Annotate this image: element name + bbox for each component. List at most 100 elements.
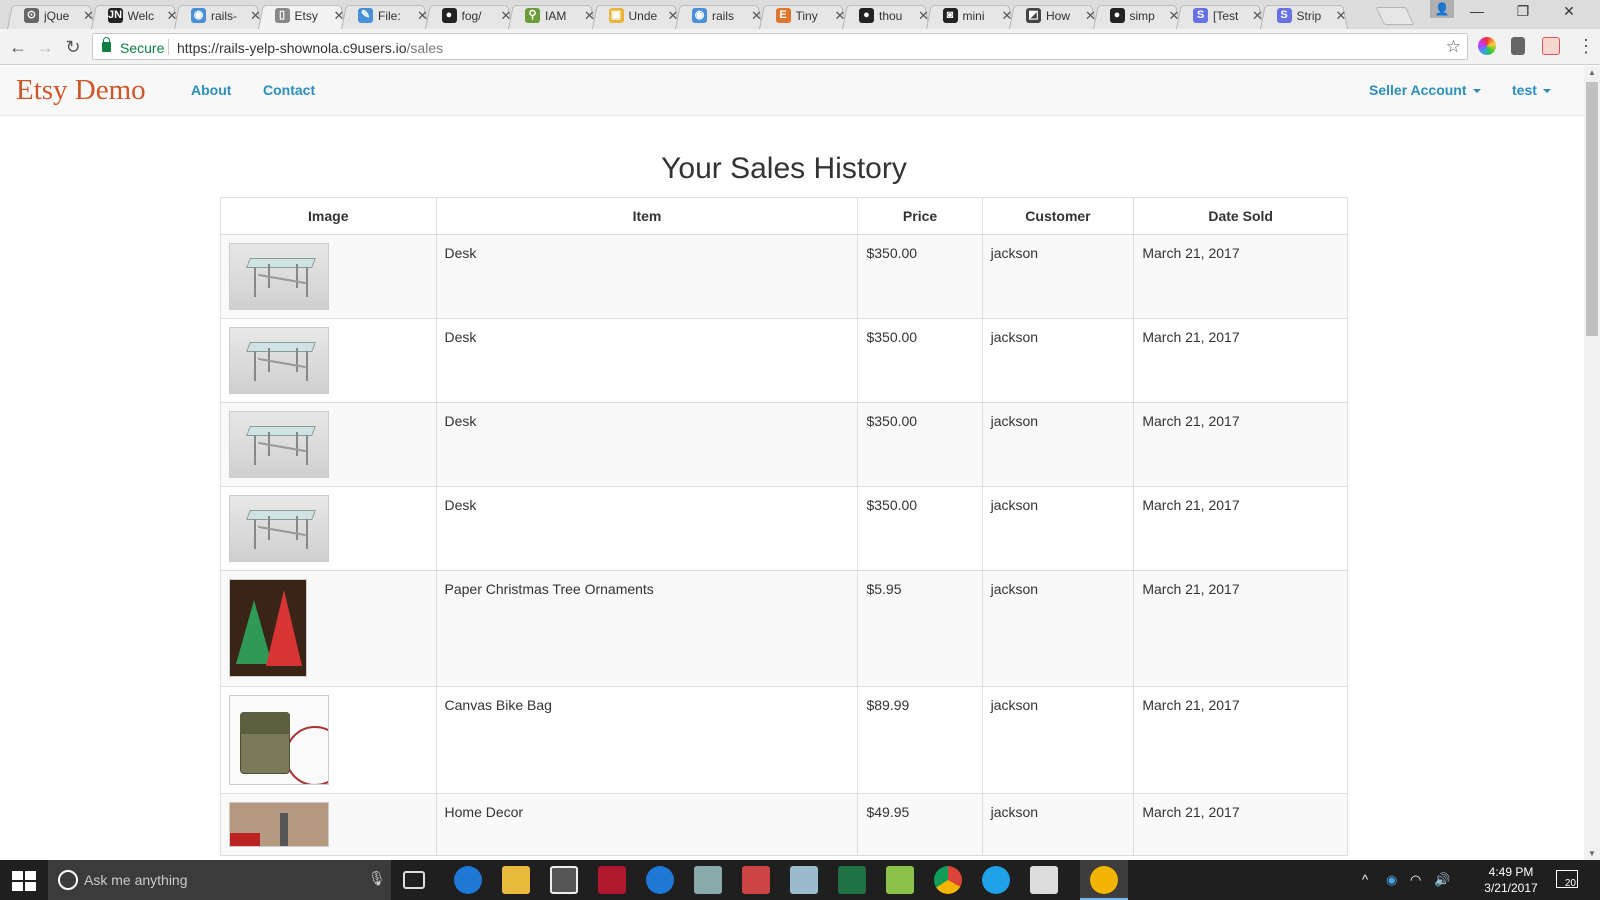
browser-tab[interactable]: ◉ rails- ✕ xyxy=(174,2,262,30)
tab-close-icon[interactable]: ✕ xyxy=(1336,8,1347,24)
chrome-icon[interactable] xyxy=(934,866,962,894)
browser-tab[interactable]: ● fog/✕ xyxy=(424,2,513,30)
excel-icon[interactable] xyxy=(838,866,866,894)
browser-tab[interactable]: ◩ How ✕ xyxy=(1009,2,1097,30)
volume-icon[interactable]: 🔊 xyxy=(1434,872,1450,888)
tab-favicon-icon: ⊙ xyxy=(24,8,39,23)
profile-icon[interactable]: 👤 xyxy=(1430,0,1454,18)
price-cell: $49.95 xyxy=(857,793,983,856)
browser-tab-strip: ⊙ jQue ✕ JN Welc ✕ ◉ rails- ✕ ▯ Etsy ✕ ✎ File: ✕ ● fog/✕… xyxy=(0,0,1600,30)
christmas-tree-ornaments-image xyxy=(229,579,307,677)
tab-title: Etsy xyxy=(294,9,318,23)
browser-tab[interactable]: S [Test ✕ xyxy=(1176,2,1264,30)
restore-icon[interactable]: ❐ xyxy=(1500,3,1546,20)
edge-browser-icon[interactable] xyxy=(454,866,482,894)
customer-cell: jackson xyxy=(981,402,1135,487)
tab-title: fog/ xyxy=(461,9,482,23)
desk-image xyxy=(229,327,329,394)
browser-tab[interactable]: JN Welc ✕ xyxy=(90,2,179,30)
windows-start-icon[interactable] xyxy=(12,871,36,891)
browser-tab[interactable]: ● thou ✕ xyxy=(842,2,930,30)
minimize-icon[interactable]: — xyxy=(1454,3,1500,19)
snipping-tool-icon[interactable] xyxy=(742,866,770,894)
brand-logo[interactable]: Etsy Demo xyxy=(16,74,146,107)
desk-image xyxy=(229,243,329,310)
column-header-image: Image xyxy=(220,197,437,235)
image-cell xyxy=(220,402,437,487)
column-header-item: Item xyxy=(435,197,859,235)
tab-title: Strip xyxy=(1296,9,1322,23)
tab-title: jQue xyxy=(44,9,70,23)
browser-tab[interactable]: ⊙ jQue ✕ xyxy=(7,2,95,30)
seller-account-dropdown[interactable]: Seller Account xyxy=(1369,82,1481,98)
paint-icon[interactable] xyxy=(790,866,818,894)
notepad-plus-icon[interactable] xyxy=(886,866,914,894)
item-cell: Desk xyxy=(435,486,859,571)
page-scrollbar[interactable]: ▲ ▼ xyxy=(1584,66,1600,860)
tab-favicon-icon: JN xyxy=(107,8,123,23)
scroll-down-icon[interactable]: ▼ xyxy=(1588,849,1596,858)
tray-chevron-icon[interactable]: ^ xyxy=(1362,872,1368,887)
browser-tab[interactable]: ▣ Unde ✕ xyxy=(591,2,680,30)
browser-tab[interactable]: ⚲ IAM ✕ xyxy=(508,2,596,30)
item-cell: Desk xyxy=(435,402,859,487)
action-center-icon[interactable]: 20 xyxy=(1556,870,1578,889)
page-viewport: Etsy Demo About Contact Seller Account t… xyxy=(0,66,1584,860)
url-text[interactable]: https://rails-yelp-shownola.c9users.io/s… xyxy=(177,40,443,56)
back-icon[interactable]: ← xyxy=(6,35,30,59)
address-bar[interactable]: Secure https://rails-yelp-shownola.c9use… xyxy=(92,33,1468,60)
browser-tab[interactable]: ● simp ✕ xyxy=(1092,2,1181,30)
browser-tab[interactable]: ◙ mini ✕ xyxy=(925,2,1014,30)
internet-explorer-icon[interactable] xyxy=(982,866,1010,894)
bookmark-star-icon[interactable]: ☆ xyxy=(1446,37,1461,57)
tab-favicon-icon: ◉ xyxy=(692,8,707,23)
color-picker-extension-icon[interactable] xyxy=(1478,37,1496,55)
reload-icon[interactable]: ↻ xyxy=(61,35,85,59)
url-host: https://rails-yelp-shownola.c9users.io xyxy=(177,40,407,56)
tab-title: simp xyxy=(1129,9,1155,23)
active-taskbar-app[interactable] xyxy=(1080,860,1128,900)
extension-icon[interactable] xyxy=(1542,37,1560,55)
nav-contact-link[interactable]: Contact xyxy=(263,82,315,98)
tab-favicon-icon: S xyxy=(1193,8,1208,23)
browser-tab[interactable]: E Tiny ✕ xyxy=(758,2,847,30)
task-view-icon[interactable] xyxy=(403,871,425,889)
wifi-icon[interactable]: ◠ xyxy=(1410,872,1421,888)
tab-favicon-icon: ◉ xyxy=(191,8,206,23)
microphone-icon[interactable]: 🎙 xyxy=(368,870,386,887)
new-tab-button[interactable] xyxy=(1375,7,1415,25)
photos-icon[interactable] xyxy=(1030,866,1058,894)
computer-icon[interactable] xyxy=(694,866,722,894)
item-cell: Home Decor xyxy=(435,793,859,856)
scrollbar-thumb[interactable] xyxy=(1586,82,1598,336)
browser-tab[interactable]: S Strip ✕ xyxy=(1259,2,1348,30)
date-sold-cell: March 21, 2017 xyxy=(1133,234,1348,319)
image-cell xyxy=(220,318,437,403)
browser-tab[interactable]: ◉ rails ✕ xyxy=(675,2,763,30)
nav-about-link[interactable]: About xyxy=(191,82,231,98)
browser-tab[interactable]: ▯ Etsy ✕ xyxy=(257,2,346,30)
store-icon[interactable] xyxy=(550,866,578,894)
table-header-row: Image Item Price Customer Date Sold xyxy=(220,197,1348,235)
sales-table: Image Item Price Customer Date Sold Desk… xyxy=(220,197,1348,856)
table-row: Paper Christmas Tree Ornaments $5.95 jacks… xyxy=(220,570,1348,687)
file-explorer-icon[interactable] xyxy=(502,866,530,894)
tray-app-icon[interactable]: ◉ xyxy=(1386,872,1397,888)
ccleaner-icon[interactable] xyxy=(646,866,674,894)
secure-label: Secure xyxy=(120,40,165,56)
column-header-customer: Customer xyxy=(981,197,1135,235)
caret-down-icon xyxy=(1472,89,1481,94)
browser-menu-icon[interactable]: ⋮ xyxy=(1577,36,1595,57)
eyedropper-extension-icon[interactable] xyxy=(1511,37,1525,55)
scroll-up-icon[interactable]: ▲ xyxy=(1588,68,1596,77)
tab-title: How xyxy=(1046,9,1071,23)
item-cell: Desk xyxy=(435,234,859,319)
close-window-icon[interactable]: ✕ xyxy=(1546,3,1592,20)
user-dropdown[interactable]: test xyxy=(1512,82,1551,98)
mcafee-icon[interactable] xyxy=(598,866,626,894)
taskbar-clock[interactable]: 4:49 PM 3/21/2017 xyxy=(1476,864,1546,896)
cortana-search-box[interactable]: Ask me anything 🎙 xyxy=(48,860,391,900)
browser-tab[interactable]: ✎ File: ✕ xyxy=(341,2,429,30)
table-row: Home Decor $49.95 jackson March 21, 2017 xyxy=(220,793,1348,856)
forward-icon[interactable]: → xyxy=(33,35,57,59)
